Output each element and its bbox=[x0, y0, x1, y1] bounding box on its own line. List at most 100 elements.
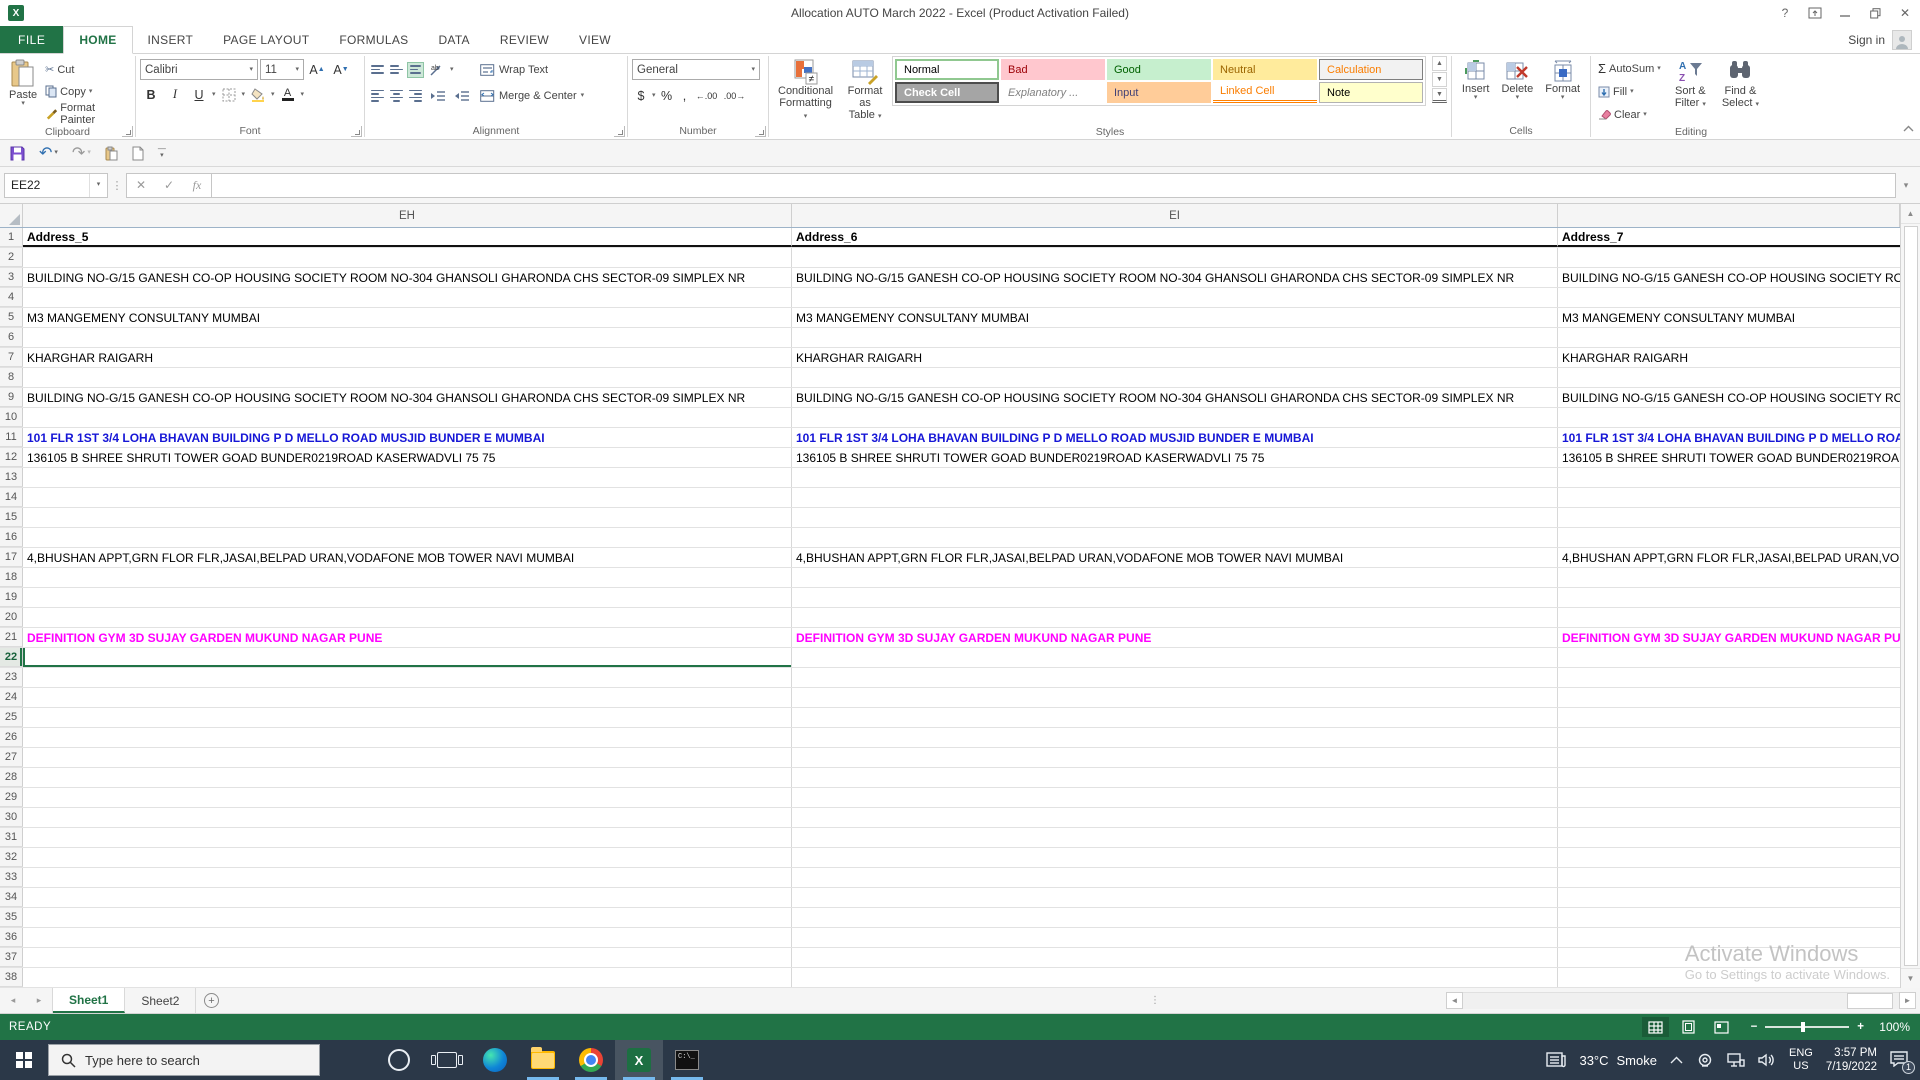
format-cells-button[interactable]: Format ▾ bbox=[1540, 56, 1585, 104]
clock[interactable]: 3:57 PM 7/19/2022 bbox=[1826, 1046, 1877, 1074]
cortana-button[interactable] bbox=[375, 1040, 423, 1080]
fill-color-button[interactable] bbox=[247, 84, 269, 105]
row-header-6[interactable]: 6 bbox=[0, 328, 23, 347]
grid-cell[interactable] bbox=[792, 468, 1558, 487]
grid-cell[interactable] bbox=[1558, 928, 1900, 947]
grid-cell[interactable] bbox=[1558, 688, 1900, 707]
grid-cell[interactable] bbox=[1558, 508, 1900, 527]
row-header-19[interactable]: 19 bbox=[0, 588, 23, 607]
zoom-slider-thumb[interactable] bbox=[1801, 1022, 1806, 1032]
grid-cell[interactable]: DEFINITION GYM 3D SUJAY GARDEN MUKUND NA… bbox=[23, 628, 792, 647]
grid-cell[interactable] bbox=[792, 648, 1558, 667]
meet-now-icon[interactable] bbox=[1696, 1053, 1714, 1067]
row-header-12[interactable]: 12 bbox=[0, 448, 23, 467]
grid-cell[interactable]: BUILDING NO-G/15 GANESH CO-OP HOUSING SO… bbox=[23, 388, 792, 407]
grid-cell[interactable] bbox=[792, 708, 1558, 727]
top-align-button[interactable] bbox=[369, 62, 386, 78]
row-header-5[interactable]: 5 bbox=[0, 308, 23, 327]
cell-style-check[interactable]: Check Cell bbox=[895, 82, 999, 103]
grid-cell[interactable] bbox=[23, 908, 792, 927]
delete-dropdown-icon[interactable]: ▾ bbox=[1516, 94, 1520, 101]
cell-style-good[interactable]: Good bbox=[1107, 59, 1211, 80]
fill-button[interactable]: Fill ▾ bbox=[1595, 81, 1664, 102]
row-header-28[interactable]: 28 bbox=[0, 768, 23, 787]
chrome-button[interactable] bbox=[567, 1040, 615, 1080]
grid-cell[interactable] bbox=[23, 928, 792, 947]
tab-home[interactable]: HOME bbox=[63, 26, 133, 54]
speaker-icon[interactable] bbox=[1758, 1053, 1776, 1067]
grid-cell[interactable] bbox=[792, 288, 1558, 307]
grid-cell[interactable]: Address_5 bbox=[23, 228, 792, 247]
grid-cell[interactable]: M3 MANGEMENY CONSULTANY MUMBAI bbox=[792, 308, 1558, 327]
network-icon[interactable] bbox=[1727, 1053, 1745, 1067]
grid-cell[interactable] bbox=[792, 528, 1558, 547]
grid-cell[interactable] bbox=[23, 788, 792, 807]
grid-cell[interactable] bbox=[23, 328, 792, 347]
row-header-20[interactable]: 20 bbox=[0, 608, 23, 627]
grid-cell[interactable] bbox=[23, 808, 792, 827]
tab-file[interactable]: FILE bbox=[0, 26, 64, 53]
qat-paste-button[interactable] bbox=[105, 146, 118, 161]
vertical-scroll-thumb[interactable] bbox=[1903, 226, 1918, 966]
grid-cell[interactable] bbox=[792, 868, 1558, 887]
help-button[interactable]: ? bbox=[1770, 0, 1800, 26]
underline-dropdown-icon[interactable]: ▾ bbox=[212, 91, 216, 98]
grid-cell[interactable] bbox=[1558, 728, 1900, 747]
row-header-22[interactable]: 22 bbox=[0, 648, 23, 667]
sheet-tab-sheet2[interactable]: Sheet2 bbox=[125, 988, 197, 1013]
grid-cell[interactable]: BUILDING NO-G/15 GANESH CO-OP HOUSING SO… bbox=[792, 388, 1558, 407]
row-header-23[interactable]: 23 bbox=[0, 668, 23, 687]
column-header-EH[interactable]: EH bbox=[23, 204, 792, 227]
scroll-up-button[interactable]: ▲ bbox=[1900, 204, 1920, 224]
cut-button[interactable]: ✂ Cut bbox=[42, 59, 131, 80]
scroll-right-button[interactable]: ► bbox=[1899, 992, 1916, 1009]
grid-cell[interactable]: 4,BHUSHAN APPT,GRN FLOR FLR,JASAI,BELPAD… bbox=[792, 548, 1558, 567]
grid-cell[interactable]: 136105 B SHREE SHRUTI TOWER GOAD BUNDER0… bbox=[23, 448, 792, 467]
grid-cell[interactable] bbox=[1558, 888, 1900, 907]
normal-view-button[interactable] bbox=[1641, 1017, 1669, 1037]
qat-new-document-button[interactable] bbox=[132, 146, 144, 161]
grid-cell[interactable] bbox=[792, 588, 1558, 607]
grid-cell[interactable] bbox=[23, 968, 792, 987]
row-header-17[interactable]: 17 bbox=[0, 548, 23, 567]
grid-cell[interactable] bbox=[23, 668, 792, 687]
grid-cell[interactable] bbox=[23, 508, 792, 527]
grid-cell[interactable]: M3 MANGEMENY CONSULTANY MUMBAI bbox=[1558, 308, 1900, 327]
grid-cell[interactable] bbox=[1558, 488, 1900, 507]
grid-cell[interactable]: BUILDING NO-G/15 GANESH CO-OP HOUSING SO… bbox=[792, 268, 1558, 287]
borders-dropdown-icon[interactable]: ▾ bbox=[242, 91, 246, 98]
orientation-dropdown-icon[interactable]: ▾ bbox=[450, 66, 454, 73]
grid-cell[interactable] bbox=[792, 948, 1558, 967]
percent-style-button[interactable]: % bbox=[658, 85, 676, 106]
gallery-more-button[interactable]: ▼ bbox=[1432, 88, 1447, 103]
sheet-bar-resize-handle[interactable]: ⋮ bbox=[1150, 988, 1160, 1013]
row-header-37[interactable]: 37 bbox=[0, 948, 23, 967]
grid-cell[interactable] bbox=[23, 568, 792, 587]
grid-cell[interactable] bbox=[792, 568, 1558, 587]
grid-cell[interactable]: 4,BHUSHAN APPT,GRN FLOR FLR,JASAI,BELPAD… bbox=[1558, 548, 1900, 567]
row-header-34[interactable]: 34 bbox=[0, 888, 23, 907]
tab-data[interactable]: DATA bbox=[423, 26, 484, 53]
increase-indent-button[interactable] bbox=[450, 85, 472, 106]
horizontal-scroll-track[interactable] bbox=[1463, 992, 1899, 1009]
grid-cell[interactable] bbox=[23, 748, 792, 767]
row-header-10[interactable]: 10 bbox=[0, 408, 23, 427]
insert-cells-button[interactable]: Insert ▾ bbox=[1457, 56, 1495, 104]
sheet-tab-sheet1[interactable]: Sheet1 bbox=[53, 988, 126, 1013]
column-header-clipped[interactable] bbox=[1558, 204, 1900, 227]
language-indicator[interactable]: ENG US bbox=[1789, 1047, 1813, 1073]
grid-cell[interactable]: 136105 B SHREE SHRUTI TOWER GOAD BUNDER0… bbox=[1558, 448, 1900, 467]
row-header-35[interactable]: 35 bbox=[0, 908, 23, 927]
grid-cell[interactable] bbox=[1558, 848, 1900, 867]
sheet-nav-right-button[interactable]: ▸ bbox=[26, 988, 52, 1013]
row-header-31[interactable]: 31 bbox=[0, 828, 23, 847]
tab-formulas[interactable]: FORMULAS bbox=[324, 26, 423, 53]
weather-temp[interactable]: 33°C bbox=[1579, 1053, 1608, 1068]
row-header-26[interactable]: 26 bbox=[0, 728, 23, 747]
align-center-button[interactable] bbox=[388, 88, 405, 104]
format-dropdown-icon[interactable]: ▾ bbox=[1561, 94, 1565, 101]
font-dialog-launcher[interactable] bbox=[351, 126, 362, 137]
paste-button[interactable]: Paste ▾ bbox=[4, 56, 42, 110]
grid-cell[interactable] bbox=[1558, 828, 1900, 847]
grid-cell[interactable] bbox=[1558, 948, 1900, 967]
